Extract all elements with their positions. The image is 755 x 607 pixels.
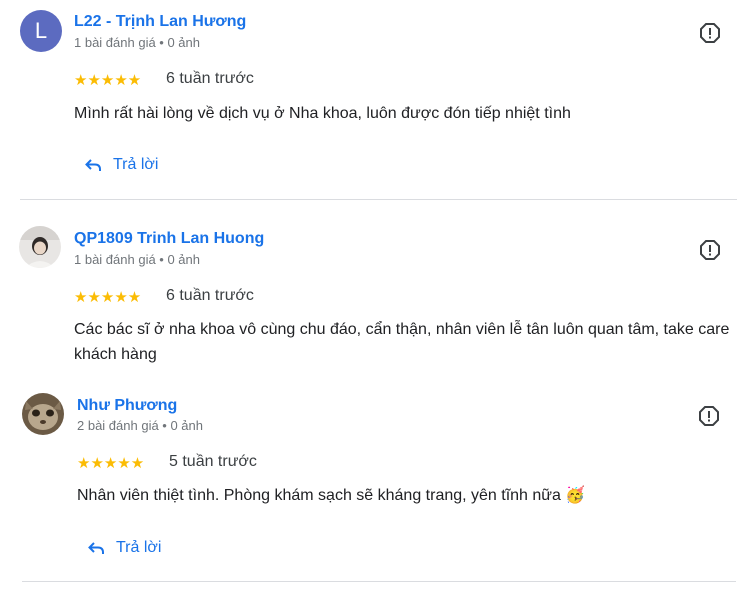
report-flag-icon[interactable] xyxy=(698,405,720,427)
star-rating: ★★★★★ xyxy=(77,455,145,472)
review-card: QP1809 Trinh Lan Huong 1 bài đánh giá • … xyxy=(0,200,755,375)
review-meta: 2 bài đánh giá • 0 ảnh xyxy=(77,418,203,433)
author-name[interactable]: L22 - Trịnh Lan Hương xyxy=(74,13,246,31)
reply-arrow-icon xyxy=(85,159,101,171)
reply-label: Trả lời xyxy=(116,539,162,556)
review-meta: 1 bài đánh giá • 0 ảnh xyxy=(74,252,200,267)
review-time: 6 tuần trước xyxy=(166,70,254,87)
author-name[interactable]: QP1809 Trinh Lan Huong xyxy=(74,230,264,248)
report-flag-icon[interactable] xyxy=(699,22,721,44)
reply-arrow-icon xyxy=(88,542,104,554)
author-name[interactable]: Như Phương xyxy=(77,397,177,415)
avatar[interactable] xyxy=(22,393,64,435)
review-text: Mình rất hài lòng về dịch vụ ở Nha khoa,… xyxy=(74,105,571,122)
reply-button[interactable]: Trả lời xyxy=(85,156,158,174)
star-rating: ★★★★★ xyxy=(74,72,142,89)
review-card: L L22 - Trịnh Lan Hương 1 bài đánh giá •… xyxy=(0,0,755,200)
review-text: Các bác sĩ ở nha khoa vô cùng chu đáo, c… xyxy=(74,321,730,363)
reply-button[interactable]: Trả lời xyxy=(88,539,161,557)
review-card: Như Phương 2 bài đánh giá • 0 ảnh ★★★★★ … xyxy=(0,375,755,607)
review-text: Nhân viên thiệt tình. Phòng khám sạch sẽ… xyxy=(77,487,586,504)
star-rating: ★★★★★ xyxy=(74,289,142,306)
reply-label: Trả lời xyxy=(113,156,159,173)
review-meta: 1 bài đánh giá • 0 ảnh xyxy=(74,35,200,50)
avatar[interactable] xyxy=(19,226,61,268)
avatar[interactable]: L xyxy=(20,10,62,52)
divider xyxy=(22,581,736,582)
report-flag-icon[interactable] xyxy=(699,239,721,261)
avatar-letter: L xyxy=(34,18,48,43)
review-time: 5 tuần trước xyxy=(169,453,257,470)
review-time: 6 tuần trước xyxy=(166,287,254,304)
